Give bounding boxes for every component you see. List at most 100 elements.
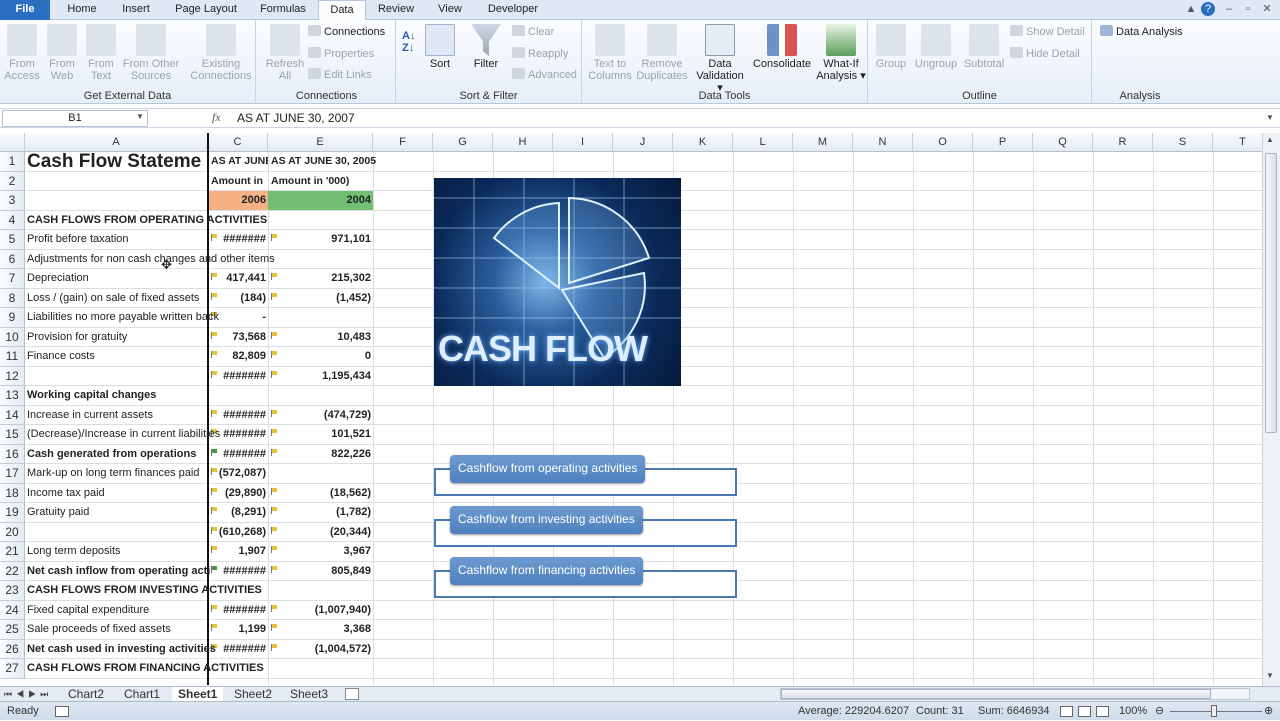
column-header[interactable]: K (673, 133, 733, 152)
cell-a[interactable]: Net cash inflow from operating acti (25, 562, 210, 582)
cell-c[interactable]: (8,291) (208, 503, 268, 523)
refresh-all-button[interactable]: Refresh All (262, 22, 308, 82)
error-flag-icon[interactable] (271, 448, 277, 456)
cell-a[interactable] (25, 172, 27, 192)
normal-view-icon[interactable] (1060, 706, 1073, 717)
row-header[interactable]: 20 (0, 522, 25, 542)
cell-e[interactable]: Amount in '000) (269, 172, 349, 192)
cell-a[interactable]: CASH FLOWS FROM INVESTING ACTIVITIES (25, 581, 262, 601)
zoom-in-icon[interactable]: ⊕ (1264, 702, 1273, 721)
tab-insert[interactable]: Insert (113, 0, 159, 20)
page-layout-view-icon[interactable] (1078, 706, 1091, 717)
row-header[interactable]: 13 (0, 386, 25, 406)
sheet-tab-chart1[interactable]: Chart1 (124, 687, 160, 702)
tab-file[interactable]: File (0, 0, 50, 20)
cell-c[interactable]: ####### (208, 601, 268, 621)
error-flag-icon[interactable] (211, 468, 217, 475)
cell-e[interactable] (268, 464, 373, 484)
error-flag-icon[interactable] (211, 331, 217, 339)
cell-a[interactable]: Fixed capital expenditure (25, 601, 149, 621)
cell-e[interactable] (268, 581, 373, 601)
row-header[interactable]: 1 (0, 152, 25, 172)
what-if-analysis-button[interactable]: What-If Analysis ▾ (814, 22, 868, 82)
row-header[interactable]: 3 (0, 191, 25, 211)
row-header[interactable]: 19 (0, 503, 25, 523)
cell-e[interactable] (268, 386, 373, 406)
error-flag-icon[interactable] (271, 565, 277, 573)
error-flag-icon[interactable] (211, 234, 217, 241)
data-validation-button[interactable]: Data Validation ▾ (692, 22, 748, 94)
horizontal-scroll-thumb[interactable] (781, 689, 1211, 699)
cell-a[interactable]: (Decrease)/Increase in current liabiliti… (25, 425, 220, 445)
error-flag-icon[interactable] (271, 526, 277, 534)
cell-e[interactable]: (1,007,940) (268, 601, 373, 621)
cell-a[interactable]: Adjustments for non cash changes and oth… (25, 250, 275, 270)
from-other-sources-button[interactable]: From Other Sources (121, 22, 181, 82)
properties-button[interactable]: Properties (308, 46, 374, 62)
cell-a[interactable]: Finance costs (25, 347, 95, 367)
select-all-corner[interactable] (0, 133, 25, 152)
row-header[interactable]: 4 (0, 210, 25, 230)
cell-c[interactable]: (610,268) (208, 523, 268, 543)
smartart-operating[interactable]: Cashflow from operating activities (450, 455, 646, 483)
clear-button[interactable]: Clear (512, 24, 554, 40)
row-header[interactable]: 23 (0, 581, 25, 601)
cell-a[interactable]: Sale proceeds of fixed assets (25, 620, 171, 640)
column-header[interactable]: J (613, 133, 673, 152)
column-header[interactable]: G (433, 133, 493, 152)
help-icon[interactable]: ? (1201, 2, 1215, 16)
cell-e[interactable]: (1,004,572) (268, 640, 373, 660)
cell-e[interactable]: 2004 (268, 191, 373, 211)
cell-c[interactable]: AS AT JUNE (209, 152, 268, 172)
tab-home[interactable]: Home (58, 0, 106, 20)
cell-e[interactable]: (18,562) (268, 484, 373, 504)
row-header[interactable]: 27 (0, 659, 25, 679)
cell-c[interactable]: 73,568 (208, 328, 268, 348)
row-header[interactable]: 6 (0, 249, 25, 269)
existing-connections-button[interactable]: Existing Connections (186, 22, 256, 82)
sheet-tab-sheet1[interactable]: Sheet1 (172, 687, 224, 702)
minimize-icon[interactable]: – (1222, 2, 1236, 16)
error-flag-icon[interactable] (271, 624, 277, 631)
consolidate-button[interactable]: Consolidate (750, 22, 814, 70)
scroll-thumb[interactable] (1265, 153, 1277, 433)
zoom-slider-thumb[interactable] (1211, 705, 1217, 717)
insert-sheet-icon[interactable] (345, 688, 359, 700)
vertical-scrollbar[interactable]: ▲ ▼ (1262, 133, 1280, 686)
column-header[interactable]: C (208, 133, 268, 152)
error-flag-icon[interactable] (211, 409, 217, 417)
cell-c[interactable]: ####### (208, 406, 268, 426)
error-flag-icon[interactable] (271, 546, 277, 553)
cell-e[interactable]: (474,729) (268, 406, 373, 426)
insert-function-icon[interactable]: fx (212, 110, 221, 125)
cell-e[interactable] (268, 250, 373, 270)
cell-e[interactable]: 215,302 (268, 269, 373, 289)
smartart-investing[interactable]: Cashflow from investing activities (450, 506, 643, 534)
cell-c[interactable]: ####### (208, 640, 268, 660)
scroll-down-icon[interactable]: ▼ (1266, 671, 1274, 680)
row-header[interactable]: 2 (0, 171, 25, 191)
zoom-level[interactable]: 100% (1119, 702, 1147, 721)
error-flag-icon[interactable] (271, 370, 277, 378)
name-box-dropdown-icon[interactable]: ▼ (136, 112, 144, 121)
show-detail-button[interactable]: Show Detail (1010, 24, 1085, 40)
error-flag-icon[interactable] (211, 487, 217, 495)
connections-button[interactable]: Connections (308, 24, 385, 40)
cell-c[interactable]: (572,087) (208, 464, 268, 484)
cell-e[interactable]: 1,195,434 (268, 367, 373, 387)
tab-review[interactable]: Review (372, 0, 420, 20)
sort-button[interactable]: Sort (424, 22, 456, 70)
cell-a[interactable]: Net cash used in investing activities (25, 640, 216, 660)
row-header[interactable]: 24 (0, 600, 25, 620)
collapse-ribbon-icon[interactable]: ▲ (1184, 2, 1198, 16)
cell-c[interactable]: 82,809 (208, 347, 268, 367)
error-flag-icon[interactable] (211, 292, 217, 300)
expand-formula-bar-icon[interactable]: ▼ (1266, 113, 1274, 122)
name-box[interactable]: B1 (2, 110, 148, 127)
cell-e[interactable] (268, 211, 373, 231)
error-flag-icon[interactable] (211, 546, 217, 553)
sheet-tab-sheet2[interactable]: Sheet2 (234, 687, 272, 702)
restore-icon[interactable]: ▫ (1241, 2, 1255, 16)
error-flag-icon[interactable] (271, 292, 277, 300)
cell-c[interactable]: ####### (208, 562, 268, 582)
